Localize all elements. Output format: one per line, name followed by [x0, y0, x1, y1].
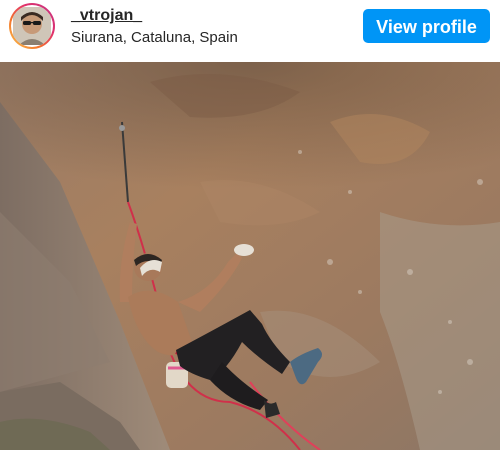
post-header: _vtrojan_ Siurana, Cataluna, Spain View … [0, 0, 500, 62]
avatar-image [13, 7, 51, 45]
avatar-story-ring[interactable] [9, 3, 55, 49]
climbing-photo [0, 62, 500, 450]
username-link[interactable]: _vtrojan_ [71, 7, 142, 25]
post-photo[interactable] [0, 62, 500, 450]
avatar[interactable] [11, 5, 53, 47]
instagram-embed: _vtrojan_ Siurana, Cataluna, Spain View … [0, 0, 500, 450]
location-label[interactable]: Siurana, Cataluna, Spain [71, 29, 238, 46]
view-profile-button[interactable]: View profile [363, 9, 490, 43]
